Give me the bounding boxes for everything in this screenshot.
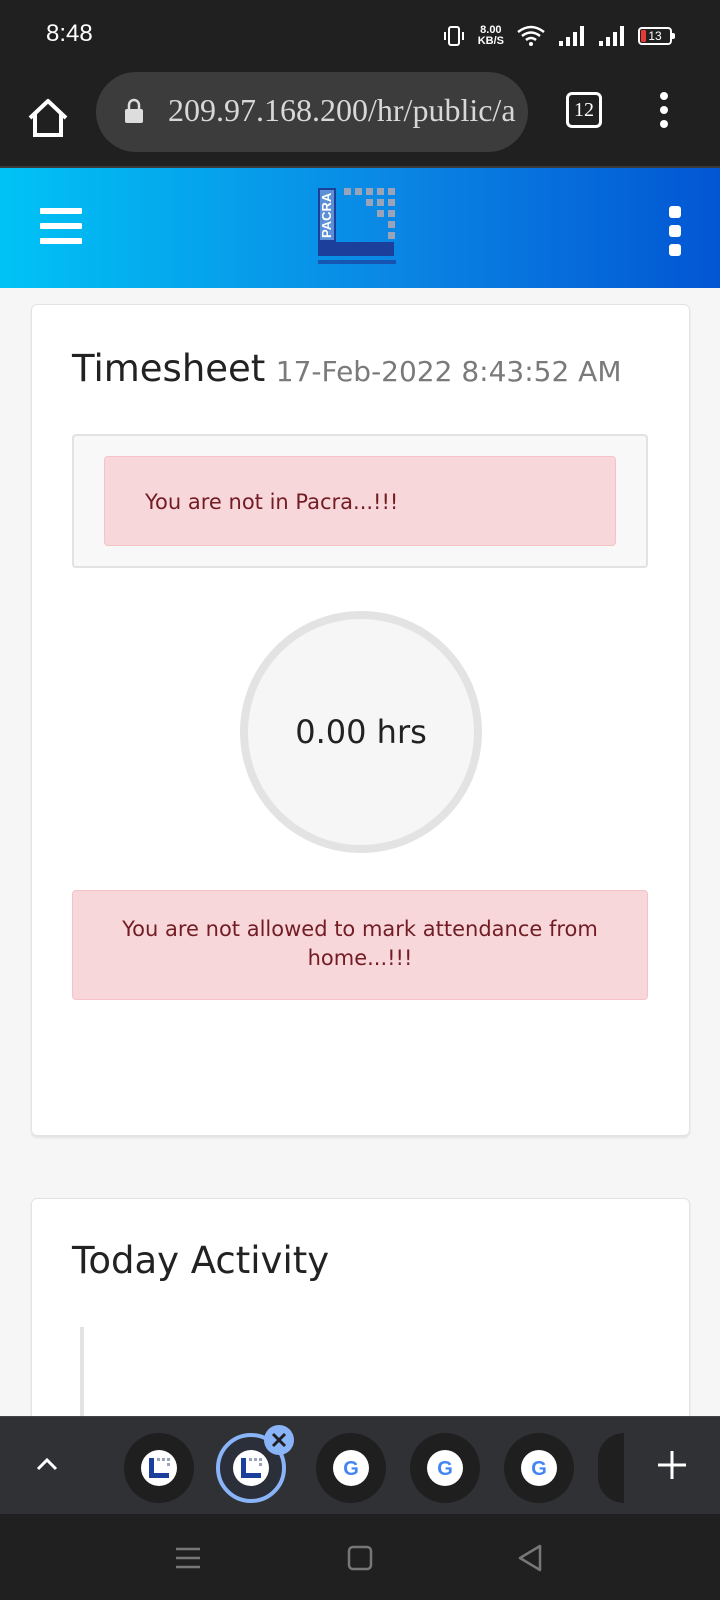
net-speed-unit: KB/S bbox=[477, 35, 504, 47]
timesheet-datetime: 17-Feb-2022 8:43:52 AM bbox=[275, 355, 622, 388]
google-favicon: G bbox=[521, 1450, 557, 1486]
svg-text:G: G bbox=[437, 1458, 453, 1480]
tab-pacra-active[interactable] bbox=[216, 1425, 294, 1503]
pacra-favicon bbox=[141, 1450, 177, 1486]
pacra-favicon bbox=[233, 1450, 269, 1486]
logo-text: PACRA bbox=[319, 192, 334, 238]
url-text[interactable]: 209.97.168.200/hr/public/a bbox=[168, 92, 516, 129]
dot bbox=[660, 120, 668, 128]
signal-icon bbox=[559, 26, 584, 46]
timesheet-heading: Timesheet 17-Feb-2022 8:43:52 AM bbox=[72, 347, 622, 390]
tab-partial[interactable] bbox=[598, 1433, 624, 1503]
status-icons: 8.00 KB/S 13 bbox=[442, 18, 675, 54]
activity-title: Today Activity bbox=[72, 1239, 330, 1282]
tab-google-1[interactable]: G bbox=[316, 1433, 386, 1503]
timesheet-card: Timesheet 17-Feb-2022 8:43:52 AM You are… bbox=[31, 304, 690, 1136]
svg-text:G: G bbox=[531, 1458, 547, 1480]
logo-tagline-band bbox=[318, 260, 396, 264]
close-tab-icon[interactable] bbox=[264, 1425, 294, 1455]
timesheet-title: Timesheet bbox=[72, 347, 266, 390]
browser-menu-button[interactable] bbox=[654, 92, 674, 132]
app-more-vert-icon[interactable] bbox=[668, 206, 682, 263]
google-favicon: G bbox=[333, 1450, 369, 1486]
dot bbox=[660, 92, 668, 100]
signal-icon-2 bbox=[599, 26, 624, 46]
recent-apps-icon[interactable] bbox=[170, 1540, 206, 1576]
system-nav-bar bbox=[0, 1514, 720, 1600]
browser-tab-strip: G G G bbox=[0, 1416, 720, 1514]
app-header: PACRA bbox=[0, 168, 720, 288]
svg-text:G: G bbox=[343, 1458, 359, 1480]
net-speed: 8.00 KB/S bbox=[478, 25, 504, 47]
location-alert-container: You are not in Pacra...!!! bbox=[72, 434, 648, 568]
location-alert: You are not in Pacra...!!! bbox=[104, 456, 616, 546]
hamburger-menu-icon[interactable] bbox=[40, 208, 82, 244]
tab-google-2[interactable]: G bbox=[410, 1433, 480, 1503]
tab-switcher-button[interactable]: 12 bbox=[566, 92, 602, 128]
home-nav-icon[interactable] bbox=[342, 1540, 378, 1576]
new-tab-icon[interactable] bbox=[654, 1447, 690, 1483]
home-icon[interactable] bbox=[22, 92, 74, 144]
lock-icon bbox=[125, 98, 143, 123]
browser-toolbar: 209.97.168.200/hr/public/a 12 bbox=[0, 70, 720, 168]
pacra-logo[interactable]: PACRA bbox=[318, 186, 402, 272]
tab-pacra-1[interactable] bbox=[124, 1433, 194, 1503]
home-attendance-alert: You are not allowed to mark attendance f… bbox=[72, 890, 648, 1000]
back-icon[interactable] bbox=[512, 1540, 548, 1576]
dot bbox=[660, 106, 668, 114]
status-bar: 8:48 8.00 KB/S 13 bbox=[0, 0, 720, 70]
hours-circle: 0.00 hrs bbox=[240, 611, 482, 853]
wifi-icon bbox=[517, 25, 545, 46]
url-bar[interactable]: 209.97.168.200/hr/public/a bbox=[96, 72, 528, 152]
vibrate-icon bbox=[443, 26, 464, 46]
chevron-up-icon[interactable] bbox=[32, 1449, 62, 1479]
tab-google-3[interactable]: G bbox=[504, 1433, 574, 1503]
battery-icon: 13 bbox=[638, 27, 675, 45]
google-favicon: G bbox=[427, 1450, 463, 1486]
status-time: 8:48 bbox=[46, 20, 93, 47]
